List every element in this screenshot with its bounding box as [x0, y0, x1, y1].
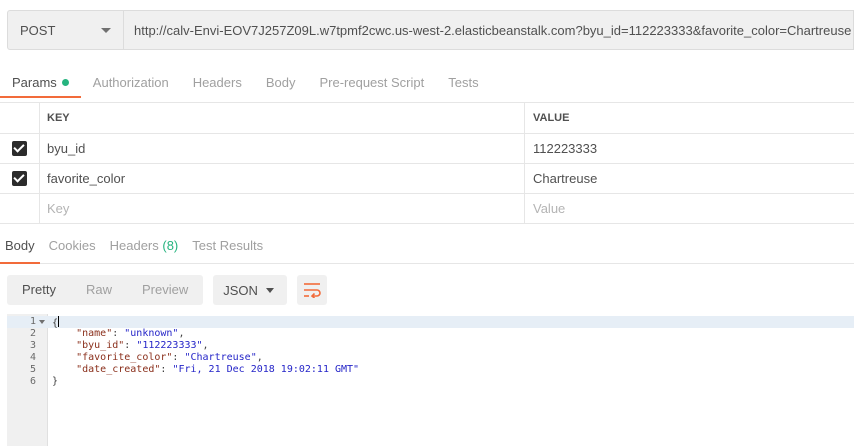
tab-response-headers[interactable]: Headers (8)	[105, 232, 184, 264]
preview-button[interactable]: Preview	[127, 275, 203, 305]
code-text: }	[52, 376, 58, 388]
response-toolbar: Pretty Raw Preview JSON	[7, 275, 328, 305]
tab-authorization[interactable]: Authorization	[81, 70, 181, 98]
tab-test-results[interactable]: Test Results	[187, 232, 268, 264]
active-dot-icon	[61, 79, 69, 87]
param-value-input[interactable]: 112223333	[525, 134, 854, 163]
code-line: 2 "name": "unknown",	[7, 328, 854, 340]
code-line: 4 "favorite_color": "Chartreuse",	[7, 352, 854, 364]
line-number: 3	[29, 340, 36, 351]
tab-label: Headers	[109, 238, 159, 253]
url-input[interactable]: http://calv-Envi-EOV7J257Z09L.w7tpmf2cwc…	[124, 10, 854, 50]
wrap-lines-icon	[304, 283, 321, 298]
new-value-input[interactable]: Value	[525, 194, 854, 223]
line-number: 4	[29, 352, 36, 363]
code-text: "date_created": "Fri, 21 Dec 2018 19:02:…	[76, 364, 360, 375]
json-value: "unknown"	[124, 328, 179, 339]
json-key: "date_created"	[76, 364, 161, 375]
json-comma: ,	[178, 328, 185, 339]
request-bar: POST http://calv-Envi-EOV7J257Z09L.w7tpm…	[7, 10, 854, 50]
param-check-cell	[0, 194, 40, 223]
view-mode-switch: Pretty Raw Preview	[7, 275, 204, 305]
param-row-empty: Key Value	[0, 194, 854, 224]
code-line: 3 "byu_id": "112223333",	[7, 340, 854, 352]
pretty-button[interactable]: Pretty	[7, 275, 71, 305]
tab-pre-request-script[interactable]: Pre-request Script	[307, 70, 436, 98]
value-column-header: VALUE	[533, 112, 570, 124]
line-number: 5	[29, 364, 36, 375]
tab-label: Params	[12, 75, 57, 90]
format-label: JSON	[223, 282, 258, 298]
new-key-input[interactable]: Key	[40, 194, 525, 223]
json-value: "Chartreuse"	[184, 352, 257, 363]
json-comma: ,	[256, 352, 263, 363]
header-check-cell	[0, 103, 40, 133]
code-line: 6 }	[7, 376, 854, 388]
tab-body[interactable]: Body	[254, 70, 308, 98]
tab-tests[interactable]: Tests	[436, 70, 490, 98]
checkbox-checked-icon[interactable]	[12, 141, 27, 156]
param-key-input[interactable]: favorite_color	[40, 164, 525, 193]
tab-params[interactable]: Params	[0, 70, 81, 98]
params-header-row: KEY VALUE	[0, 103, 854, 134]
param-check-cell	[0, 134, 40, 163]
fold-arrow-icon[interactable]	[38, 316, 46, 328]
line-number: 6	[29, 376, 36, 387]
checkbox-checked-icon[interactable]	[12, 171, 27, 186]
headers-count-badge: (8)	[162, 238, 179, 253]
request-tabs: Params Authorization Headers Body Pre-re…	[0, 70, 491, 98]
brace-close: }	[52, 376, 59, 387]
dropdown-caret-icon	[266, 288, 275, 293]
line-number: 2	[29, 328, 36, 339]
response-tabs: Body Cookies Headers (8) Test Results	[0, 232, 854, 264]
method-label: POST	[20, 22, 56, 38]
params-table: KEY VALUE byu_id 112223333 favorite_colo…	[0, 102, 854, 224]
json-key: "favorite_color"	[76, 352, 173, 363]
response-body-editor[interactable]: 1 { 2 "name": "unknown", 3 "byu_id": "11…	[7, 314, 854, 446]
json-value: "Fri, 21 Dec 2018 19:02:11 GMT"	[172, 364, 360, 375]
tab-headers[interactable]: Headers	[181, 70, 254, 98]
json-key: "name"	[76, 328, 113, 339]
code-line: 1 {	[7, 316, 854, 329]
tab-cookies[interactable]: Cookies	[44, 232, 101, 264]
text-cursor	[58, 316, 60, 327]
code-text: "favorite_color": "Chartreuse",	[76, 352, 263, 363]
json-value: "112223333"	[136, 340, 203, 351]
key-column-header: KEY	[40, 103, 525, 133]
param-value-input[interactable]: Chartreuse	[525, 164, 854, 193]
url-text: http://calv-Envi-EOV7J257Z09L.w7tpmf2cwc…	[134, 22, 852, 38]
param-row: favorite_color Chartreuse	[0, 164, 854, 194]
json-comma: ,	[202, 340, 209, 351]
format-select[interactable]: JSON	[213, 275, 288, 305]
tab-response-body[interactable]: Body	[0, 232, 40, 264]
code-line: 5 "date_created": "Fri, 21 Dec 2018 19:0…	[7, 364, 854, 376]
method-select[interactable]: POST	[7, 10, 124, 50]
code-text: "byu_id": "112223333",	[76, 340, 209, 351]
dropdown-caret-icon	[101, 28, 111, 33]
json-key: "byu_id"	[76, 340, 125, 351]
param-key-input[interactable]: byu_id	[40, 134, 525, 163]
wrap-lines-button[interactable]	[297, 275, 328, 305]
param-check-cell	[0, 164, 40, 193]
line-number: 1	[29, 316, 36, 327]
raw-button[interactable]: Raw	[71, 275, 127, 305]
param-row: byu_id 112223333	[0, 134, 854, 164]
code-text: "name": "unknown",	[76, 328, 185, 339]
